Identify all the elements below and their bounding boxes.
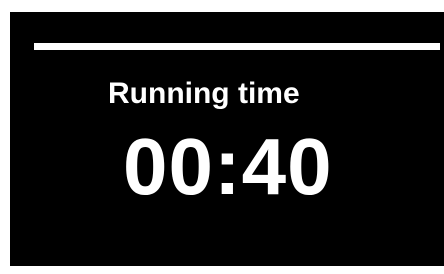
running-time-label: Running time (108, 77, 300, 110)
timer-display: Running time 00:40 (10, 12, 444, 266)
progress-bar (34, 43, 440, 50)
progress-bar-fill (34, 43, 440, 50)
running-time-value: 00:40 (123, 122, 333, 211)
